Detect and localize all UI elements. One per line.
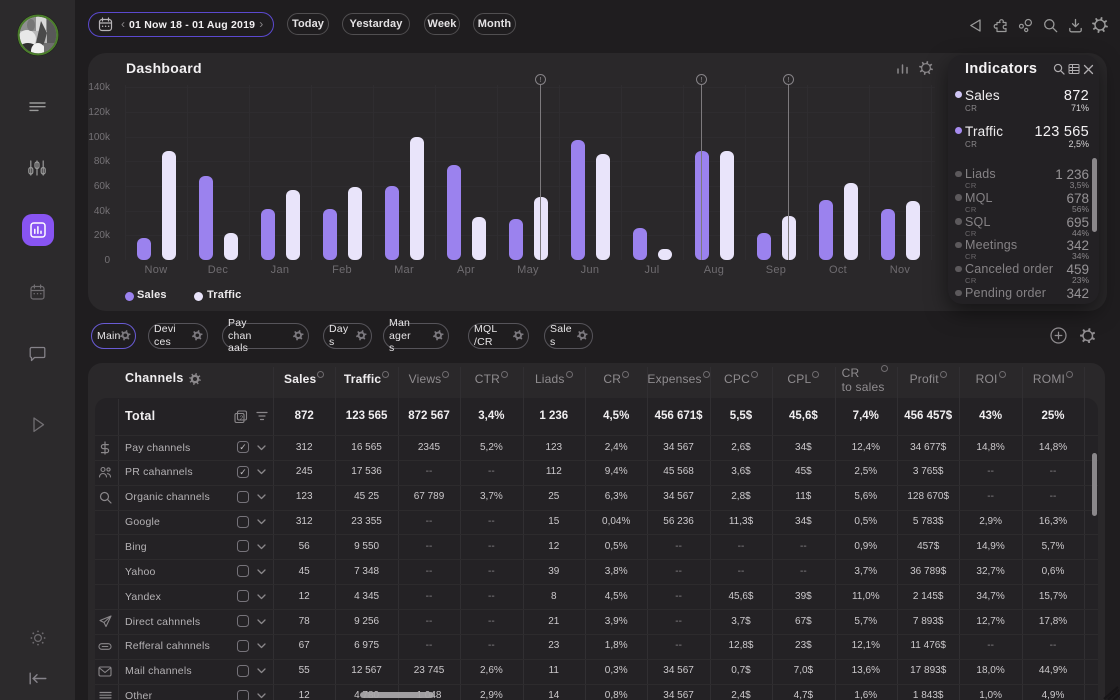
svg-text:2: 2 xyxy=(240,415,244,422)
